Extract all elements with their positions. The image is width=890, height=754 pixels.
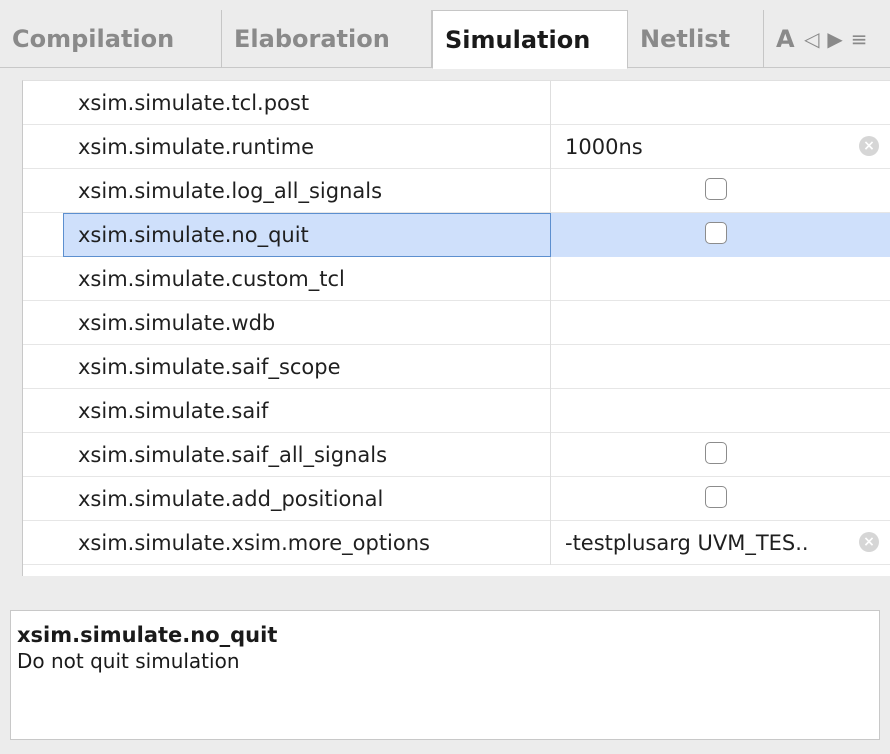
property-value-text: -testplusarg UVM_TES.. [565, 531, 809, 555]
property-name[interactable]: xsim.simulate.saif_all_signals [23, 433, 551, 477]
table-row[interactable]: xsim.simulate.tcl.post [23, 81, 890, 125]
property-checkbox[interactable] [705, 486, 727, 508]
tab-menu-icon[interactable]: ≡ [851, 27, 868, 51]
table-row[interactable]: xsim.simulate.add_positional [23, 477, 890, 521]
tab-elaboration[interactable]: Elaboration [222, 10, 432, 68]
property-value[interactable] [551, 433, 890, 477]
tab-scroll-right-icon[interactable]: ▶ [827, 27, 842, 51]
property-checkbox[interactable] [705, 178, 727, 200]
property-value[interactable] [551, 213, 890, 257]
property-value[interactable] [551, 345, 890, 389]
property-name[interactable]: xsim.simulate.wdb [23, 301, 551, 345]
property-name[interactable]: xsim.simulate.runtime [23, 125, 551, 169]
description-text: Do not quit simulation [17, 649, 240, 673]
property-description-panel: xsim.simulate.no_quit Do not quit simula… [10, 610, 880, 740]
property-name[interactable]: xsim.simulate.log_all_signals [23, 169, 551, 213]
clear-value-icon[interactable]: × [859, 532, 879, 552]
property-name[interactable]: xsim.simulate.saif [23, 389, 551, 433]
property-value[interactable] [551, 169, 890, 213]
simulation-settings-window: Compilation Elaboration Simulation Netli… [0, 0, 890, 754]
property-value[interactable] [551, 477, 890, 521]
property-table: xsim.simulate.tcl.post xsim.simulate.runt… [22, 80, 890, 576]
tab-compilation[interactable]: Compilation [0, 10, 222, 68]
property-value-text: 1000ns [565, 135, 643, 159]
property-value[interactable]: 1000ns × [551, 125, 890, 169]
table-row[interactable]: xsim.simulate.log_all_signals [23, 169, 890, 213]
property-name[interactable]: xsim.simulate.add_positional [23, 477, 551, 521]
clear-value-icon[interactable]: × [859, 136, 879, 156]
property-value[interactable] [551, 301, 890, 345]
property-checkbox[interactable] [705, 222, 727, 244]
property-value[interactable] [551, 81, 890, 125]
tab-netlist[interactable]: Netlist [628, 10, 764, 68]
property-value[interactable] [551, 257, 890, 301]
tab-scroll-controls: ◁ ▶ ≡ [796, 10, 868, 68]
property-name[interactable]: xsim.simulate.xsim.more_options [23, 521, 551, 565]
tab-strip: Compilation Elaboration Simulation Netli… [0, 0, 890, 69]
property-name[interactable]: xsim.simulate.tcl.post [23, 81, 551, 125]
table-row[interactable]: xsim.simulate.custom_tcl [23, 257, 890, 301]
property-name[interactable]: xsim.simulate.no_quit [63, 213, 551, 257]
description-title: xsim.simulate.no_quit [17, 623, 278, 647]
tab-simulation[interactable]: Simulation [432, 10, 628, 69]
table-row[interactable]: xsim.simulate.wdb [23, 301, 890, 345]
table-row[interactable]: xsim.simulate.runtime 1000ns × [23, 125, 890, 169]
property-value[interactable] [551, 389, 890, 433]
table-row[interactable]: xsim.simulate.saif_all_signals [23, 433, 890, 477]
property-name[interactable]: xsim.simulate.saif_scope [23, 345, 551, 389]
table-row[interactable]: xsim.simulate.xsim.more_options -testplus… [23, 521, 890, 565]
table-row[interactable]: xsim.simulate.no_quit [23, 213, 890, 257]
property-name[interactable]: xsim.simulate.custom_tcl [23, 257, 551, 301]
property-value[interactable]: -testplusarg UVM_TES.. × [551, 521, 890, 565]
table-row[interactable]: xsim.simulate.saif [23, 389, 890, 433]
table-row[interactable]: xsim.simulate.saif_scope [23, 345, 890, 389]
property-checkbox[interactable] [705, 442, 727, 464]
tab-scroll-left-icon[interactable]: ◁ [804, 27, 819, 51]
